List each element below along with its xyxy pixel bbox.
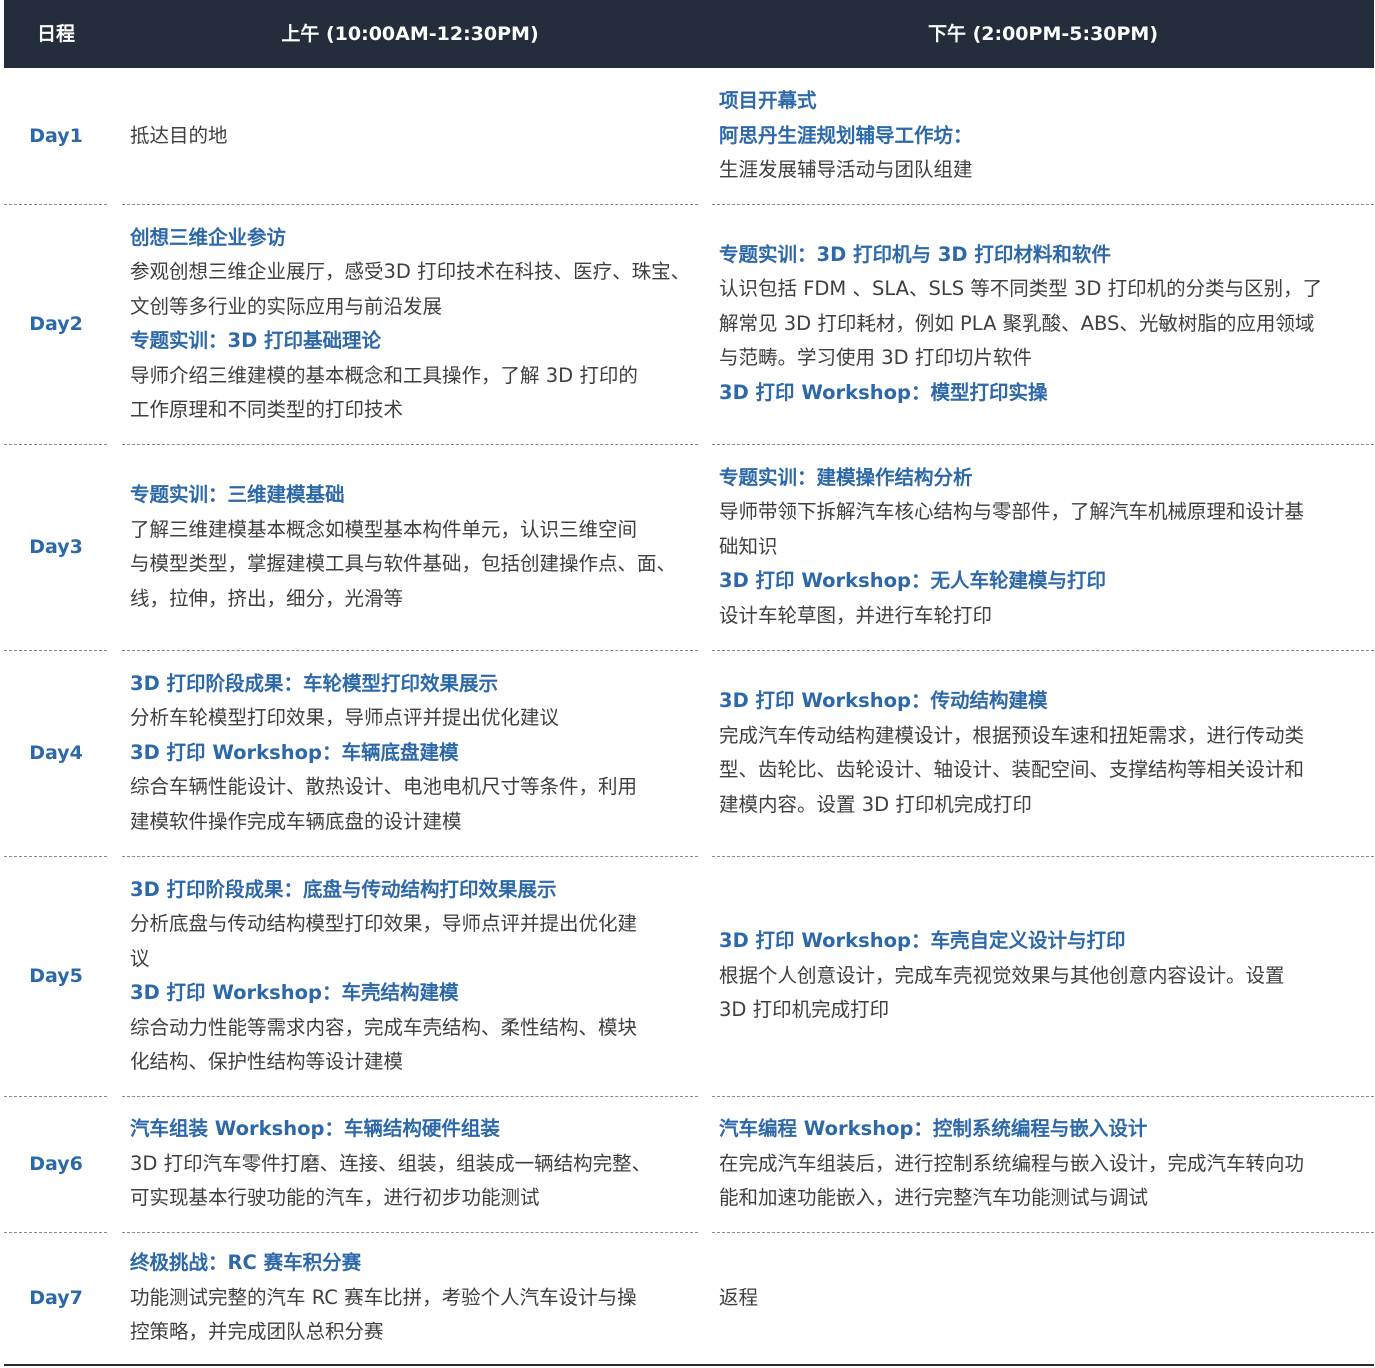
- session-description: 返程: [719, 1285, 759, 1309]
- table-row: Day4 3D 打印阶段成果：车轮模型打印效果展示分析车轮模型打印效果，导师点评…: [4, 650, 1374, 856]
- session-title: 3D 打印阶段成果：车轮模型打印效果展示: [130, 671, 499, 695]
- morning-cell: 3D 打印阶段成果：车轮模型打印效果展示分析车轮模型打印效果，导师点评并提出优化…: [130, 650, 692, 856]
- session-description: 生涯发展辅导活动与团队组建: [719, 158, 973, 182]
- session-title: 专题实训：3D 打印基础理论: [130, 329, 382, 352]
- session-description: 抵达目的地: [130, 123, 228, 147]
- session-description: 综合车辆性能设计、散热设计、电池电机尺寸等条件，利用: [130, 775, 638, 799]
- schedule-table: 日程 上午 (10:00AM-12:30PM) 下午 (2:00PM-5:30P…: [4, 0, 1374, 1368]
- table-row: Day5 3D 打印阶段成果：底盘与传动结构打印效果展示分析底盘与传动结构模型打…: [4, 856, 1374, 1096]
- day-label: Day2: [29, 313, 83, 335]
- morning-cell: 3D 打印阶段成果：底盘与传动结构打印效果展示分析底盘与传动结构模型打印效果，导…: [130, 856, 692, 1096]
- session-description: 导师带领下拆解汽车核心结构与零部件，了解汽车机械原理和设计基: [719, 500, 1305, 524]
- day-label: Day1: [29, 125, 83, 147]
- session-description: 3D 打印机完成打印: [719, 998, 890, 1022]
- session-title: 专题实训：建模操作结构分析: [719, 465, 973, 489]
- session-description: 参观创想三维企业展厅，感受3D 打印技术在科技、医疗、珠宝、: [130, 260, 691, 283]
- session-description: 线，拉伸，挤出，细分，光滑等: [130, 586, 404, 610]
- session-title: 阿思丹生涯规划辅导工作坊：: [719, 123, 973, 147]
- session-description: 化结构、保护性结构等设计建模: [130, 1050, 404, 1073]
- session-title: 汽车组装 Workshop：车辆结构硬件组装: [130, 1117, 500, 1141]
- table-row: Day6 汽车组装 Workshop：车辆结构硬件组装 3D 打印汽车零件打磨、连…: [4, 1096, 1374, 1232]
- morning-cell: 抵达目的地: [130, 68, 692, 204]
- afternoon-cell: 返程: [719, 1232, 1359, 1364]
- session-description: 与模型类型，掌握建模工具与软件基础，包括创建操作点、面、: [130, 552, 677, 575]
- header-morning: 上午 (10:00AM-12:30PM): [281, 23, 539, 45]
- session-description: 3D 打印汽车零件打磨、连接、组装，组装成一辆结构完整、: [130, 1151, 652, 1175]
- table-row: Day3 专题实训：三维建模基础了解三维建模基本概念如模型基本构件单元，认识三维…: [4, 444, 1374, 650]
- table-row: Day7 终极挑战：RC 赛车积分赛功能测试完整的汽车 RC 赛车比拼，考验个人…: [4, 1232, 1374, 1364]
- afternoon-cell: 3D 打印 Workshop：车壳自定义设计与打印根据个人创意设计，完成车壳视觉…: [719, 856, 1359, 1096]
- day-label: Day4: [29, 742, 83, 764]
- session-description: 建模软件操作完成车辆底盘的设计建模: [130, 809, 462, 833]
- session-description: 设计车轮草图，并进行车轮打印: [719, 603, 993, 627]
- session-title: 创想三维企业参访: [130, 225, 287, 249]
- table-row: Day1 抵达目的地 项目开幕式阿思丹生涯规划辅导工作坊： 生涯发展辅导活动与团队…: [4, 68, 1374, 204]
- session-description: 分析车轮模型打印效果，导师点评并提出优化建议: [130, 706, 560, 730]
- session-description: 与范畴。学习使用 3D 打印切片软件: [719, 346, 1032, 370]
- session-title: 3D 打印 Workshop：模型打印实操: [719, 380, 1048, 404]
- day-label: Day3: [29, 536, 83, 558]
- session-description: 认识包括 FDM 、SLA、SLS 等不同类型 3D 打印机的分类与区别，了: [719, 277, 1323, 301]
- session-description: 建模内容。设置 3D 打印机完成打印: [719, 792, 1032, 816]
- session-description: 工作原理和不同类型的打印技术: [130, 398, 404, 421]
- session-title: 3D 打印 Workshop：车辆底盘建模: [130, 740, 459, 764]
- session-title: 3D 打印 Workshop：车壳自定义设计与打印: [719, 929, 1126, 953]
- day-label: Day6: [29, 1153, 83, 1175]
- session-description: 解常见 3D 打印耗材，例如 PLA 聚乳酸、ABS、光敏树脂的应用领域: [719, 311, 1315, 335]
- session-description: 功能测试完整的汽车 RC 赛车比拼，考验个人汽车设计与操: [130, 1285, 637, 1309]
- session-description: 综合动力性能等需求内容，完成车壳结构、柔性结构、模块: [130, 1015, 638, 1039]
- session-description: 础知识: [719, 534, 778, 558]
- session-description: 分析底盘与传动结构模型打印效果，导师点评并提出优化建: [130, 912, 638, 935]
- session-title: 3D 打印阶段成果：底盘与传动结构打印效果展示: [130, 877, 557, 901]
- afternoon-cell: 专题实训：3D 打印机与 3D 打印材料和软件认识包括 FDM 、SLA、SLS…: [719, 204, 1359, 444]
- day-label: Day5: [29, 965, 83, 987]
- afternoon-cell: 项目开幕式阿思丹生涯规划辅导工作坊： 生涯发展辅导活动与团队组建: [719, 68, 1359, 204]
- session-description: 导师介绍三维建模的基本概念和工具操作，了解 3D 打印的: [130, 363, 638, 387]
- table-header: 日程 上午 (10:00AM-12:30PM) 下午 (2:00PM-5:30P…: [4, 0, 1374, 68]
- session-title: 专题实训：三维建模基础: [130, 483, 345, 506]
- afternoon-cell: 汽车编程 Workshop：控制系统编程与嵌入设计在完成汽车组装后，进行控制系统…: [719, 1096, 1359, 1232]
- session-description: 在完成汽车组装后，进行控制系统编程与嵌入设计，完成汽车转向功: [719, 1151, 1305, 1175]
- session-description: 能和加速功能嵌入，进行完整汽车功能测试与调试: [719, 1186, 1149, 1210]
- session-description: 控策略，并完成团队总积分赛: [130, 1320, 384, 1344]
- morning-cell: 创想三维企业参访参观创想三维企业展厅，感受3D 打印技术在科技、医疗、珠宝、 文创…: [130, 204, 692, 444]
- session-description: 了解三维建模基本概念如模型基本构件单元，认识三维空间: [130, 517, 638, 541]
- session-title: 终极挑战：RC 赛车积分赛: [130, 1251, 362, 1275]
- table-row: Day2 创想三维企业参访参观创想三维企业展厅，感受3D 打印技术在科技、医疗、…: [4, 204, 1374, 444]
- session-description: 根据个人创意设计，完成车壳视觉效果与其他创意内容设计。设置: [719, 963, 1285, 987]
- session-description: 完成汽车传动结构建模设计，根据预设车速和扭矩需求，进行传动类: [719, 723, 1305, 747]
- session-title: 3D 打印 Workshop：车壳结构建模: [130, 981, 459, 1004]
- header-day: 日程: [36, 23, 75, 45]
- session-title: 3D 打印 Workshop：传动结构建模: [719, 689, 1048, 712]
- header-afternoon: 下午 (2:00PM-5:30PM): [927, 23, 1159, 45]
- afternoon-cell: 专题实训：建模操作结构分析导师带领下拆解汽车核心结构与零部件，了解汽车机械原理和…: [719, 444, 1359, 650]
- session-title: 汽车编程 Workshop：控制系统编程与嵌入设计: [719, 1117, 1148, 1141]
- morning-cell: 汽车组装 Workshop：车辆结构硬件组装 3D 打印汽车零件打磨、连接、组装，…: [130, 1096, 692, 1232]
- session-title: 专题实训：3D 打印机与 3D 打印材料和软件: [719, 242, 1111, 266]
- session-description: 文创等多行业的实际应用与前沿发展: [130, 294, 443, 318]
- table-bottom-border: [4, 1364, 1374, 1366]
- morning-cell: 专题实训：三维建模基础了解三维建模基本概念如模型基本构件单元，认识三维空间与模型…: [130, 444, 692, 650]
- day-label: Day7: [29, 1287, 83, 1309]
- session-description: 议: [130, 946, 150, 970]
- session-title: 项目开幕式: [719, 89, 817, 113]
- morning-cell: 终极挑战：RC 赛车积分赛功能测试完整的汽车 RC 赛车比拼，考验个人汽车设计与…: [130, 1232, 692, 1364]
- session-description: 可实现基本行驶功能的汽车，进行初步功能测试: [130, 1186, 540, 1210]
- afternoon-cell: 3D 打印 Workshop：传动结构建模完成汽车传动结构建模设计，根据预设车速…: [719, 650, 1359, 856]
- session-description: 型、齿轮比、齿轮设计、轴设计、装配空间、支撑结构等相关设计和: [719, 758, 1305, 781]
- session-title: 3D 打印 Workshop：无人车轮建模与打印: [719, 569, 1106, 593]
